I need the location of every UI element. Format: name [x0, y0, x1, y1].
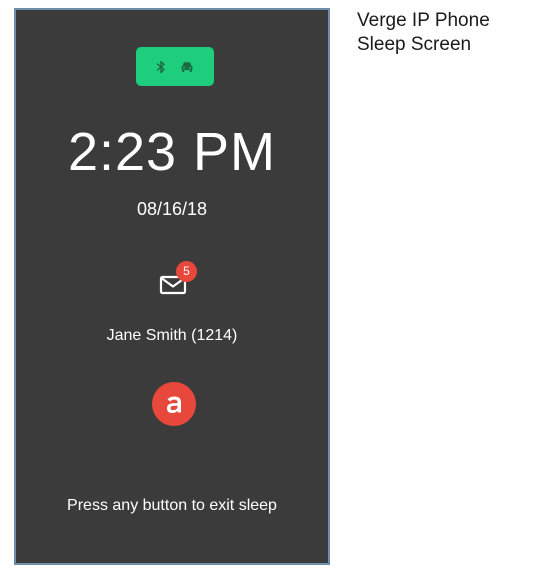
clock-date: 08/16/18	[136, 199, 208, 219]
caption-line-2: Sleep Screen	[357, 34, 472, 55]
caption-line-1: Verge IP Phone	[357, 10, 490, 31]
voicemail-indicator: 5	[159, 261, 203, 301]
user-label: Jane Smith (1214)	[106, 327, 238, 344]
clock-time: 2:23 PM	[67, 122, 277, 182]
brand-logo	[152, 382, 196, 426]
bluetooth-icon	[156, 60, 166, 74]
phone-screen[interactable]: 2:23 PM 08/16/18 5 Jane Smith (1214) Pre…	[14, 8, 330, 565]
brand-a-logo	[167, 396, 181, 413]
exit-sleep-hint: Press any button to exit sleep	[67, 497, 277, 514]
page: 2:23 PM 08/16/18 5 Jane Smith (1214) Pre…	[0, 0, 537, 571]
screen-caption: Verge IP Phone Sleep Screen	[357, 9, 532, 57]
voicemail-count-badge: 5	[176, 261, 197, 282]
status-indicator	[136, 47, 214, 86]
car-icon	[180, 61, 194, 73]
